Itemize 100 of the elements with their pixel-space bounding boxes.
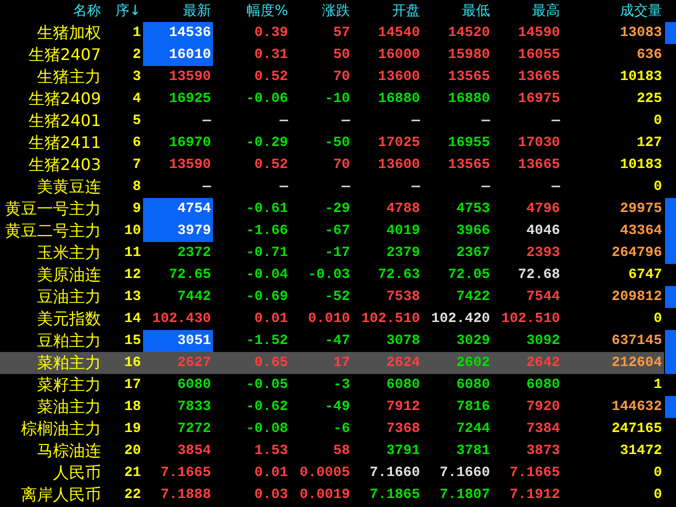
instrument-name[interactable]: 菜粕主力	[0, 352, 103, 374]
column-header[interactable]: 幅度%	[213, 0, 290, 22]
table-cell: 16000	[378, 48, 420, 62]
row-number: 13	[123, 288, 142, 306]
table-cell: -0.61	[246, 202, 288, 216]
table-cell: 3966	[456, 224, 490, 238]
column-header[interactable]: 名称	[0, 0, 103, 22]
table-cell: 6080	[456, 378, 490, 392]
table-cell: —	[342, 114, 350, 128]
table-cell: 7.1660	[370, 466, 420, 480]
table-cell: 2372	[177, 246, 211, 260]
table-cell: 225	[636, 92, 662, 106]
table-cell: 4753	[456, 202, 490, 216]
table-cell: -0.62	[246, 400, 288, 414]
table-cell: 7.1660	[440, 466, 490, 480]
table-cell: 14536	[168, 26, 211, 40]
table-cell: 57	[333, 26, 350, 40]
table-cell: 3854	[177, 444, 211, 458]
column-header[interactable]: 序↓	[103, 0, 143, 22]
table-cell: 7.1912	[510, 488, 560, 502]
instrument-name[interactable]: 人民币	[0, 462, 103, 484]
instrument-name[interactable]: 马棕油连	[0, 440, 103, 462]
instrument-name[interactable]: 生猪加权	[0, 22, 103, 44]
row-number: 22	[123, 486, 142, 504]
instrument-name[interactable]: 生猪2409	[0, 88, 103, 110]
table-cell: -6	[333, 422, 350, 436]
instrument-name[interactable]: 豆粕主力	[0, 330, 103, 352]
table-cell: —	[280, 180, 288, 194]
table-cell: 127	[636, 136, 662, 150]
table-cell: 4796	[526, 202, 560, 216]
instrument-name[interactable]: 美黄豆连	[0, 176, 103, 198]
table-cell: -47	[324, 334, 350, 348]
column-header[interactable]: 最高	[492, 0, 562, 22]
table-cell: 4788	[386, 202, 420, 216]
table-cell: -10	[324, 92, 350, 106]
instrument-name[interactable]: 生猪2401	[0, 110, 103, 132]
column-header[interactable]: 成交量	[562, 0, 664, 22]
row-number: 5	[132, 112, 142, 130]
table-cell: 102.510	[361, 312, 420, 326]
table-cell: 1.53	[254, 444, 288, 458]
instrument-name[interactable]: 离岸人民币	[0, 484, 103, 506]
table-cell: —	[202, 114, 211, 128]
table-cell: 102.430	[152, 312, 211, 326]
instrument-name[interactable]: 黄豆一号主力	[0, 198, 103, 220]
table-cell: 0.39	[254, 26, 288, 40]
instrument-name[interactable]: 黄豆二号主力	[0, 220, 103, 242]
row-number: 8	[132, 178, 142, 196]
table-cell: 1	[654, 378, 662, 392]
table-cell: 13590	[168, 70, 211, 84]
table-cell: 16970	[168, 136, 211, 150]
instrument-name[interactable]: 菜籽主力	[0, 374, 103, 396]
table-cell: 16955	[448, 136, 490, 150]
table-cell: 7.1807	[440, 488, 490, 502]
table-cell: 16975	[518, 92, 560, 106]
table-cell: -1.52	[246, 334, 288, 348]
instrument-name[interactable]: 生猪2411	[0, 132, 103, 154]
column-header[interactable]: 涨跌	[290, 0, 352, 22]
row-number: 11	[123, 244, 142, 262]
table-cell: 72.05	[448, 268, 490, 282]
table-cell: 7544	[526, 290, 560, 304]
instrument-name[interactable]: 生猪2403	[0, 154, 103, 176]
table-cell: 7422	[456, 290, 490, 304]
instrument-name[interactable]: 玉米主力	[0, 242, 103, 264]
table-cell: 13665	[518, 70, 560, 84]
table-cell: 43364	[620, 224, 662, 238]
table-cell: 3092	[526, 334, 560, 348]
column-header[interactable]: 开盘	[352, 0, 422, 22]
instrument-name[interactable]: 美元指数	[0, 308, 103, 330]
table-cell: 3781	[456, 444, 490, 458]
table-cell: —	[482, 114, 490, 128]
table-cell: 2627	[177, 356, 211, 370]
table-cell: —	[280, 114, 288, 128]
table-cell: 3873	[526, 444, 560, 458]
table-cell: 0.01	[254, 312, 288, 326]
table-cell: 58	[333, 444, 350, 458]
table-cell: -52	[324, 290, 350, 304]
table-cell: 6080	[386, 378, 420, 392]
instrument-name[interactable]: 美原油连	[0, 264, 103, 286]
table-cell: —	[552, 114, 560, 128]
table-cell: 31472	[620, 444, 662, 458]
table-cell: 0.0019	[300, 488, 350, 502]
table-cell: 17030	[518, 136, 560, 150]
table-cell: 3051	[177, 334, 211, 348]
table-cell: 212604	[612, 356, 662, 370]
instrument-name[interactable]: 生猪主力	[0, 66, 103, 88]
instrument-name[interactable]: 生猪2407	[0, 44, 103, 66]
table-cell: —	[412, 114, 420, 128]
table-cell: 3029	[456, 334, 490, 348]
table-cell: 7442	[177, 290, 211, 304]
instrument-name[interactable]: 豆油主力	[0, 286, 103, 308]
instrument-name[interactable]: 菜油主力	[0, 396, 103, 418]
row-number: 19	[123, 420, 142, 438]
column-header[interactable]: 最低	[422, 0, 492, 22]
table-cell: 7244	[456, 422, 490, 436]
table-cell: 13600	[378, 70, 420, 84]
row-number: 1	[132, 24, 142, 42]
table-cell: 13565	[448, 158, 490, 172]
column-header[interactable]: 最新	[143, 0, 213, 22]
instrument-name[interactable]: 棕榈油主力	[0, 418, 103, 440]
table-cell: 7.1888	[160, 488, 211, 502]
